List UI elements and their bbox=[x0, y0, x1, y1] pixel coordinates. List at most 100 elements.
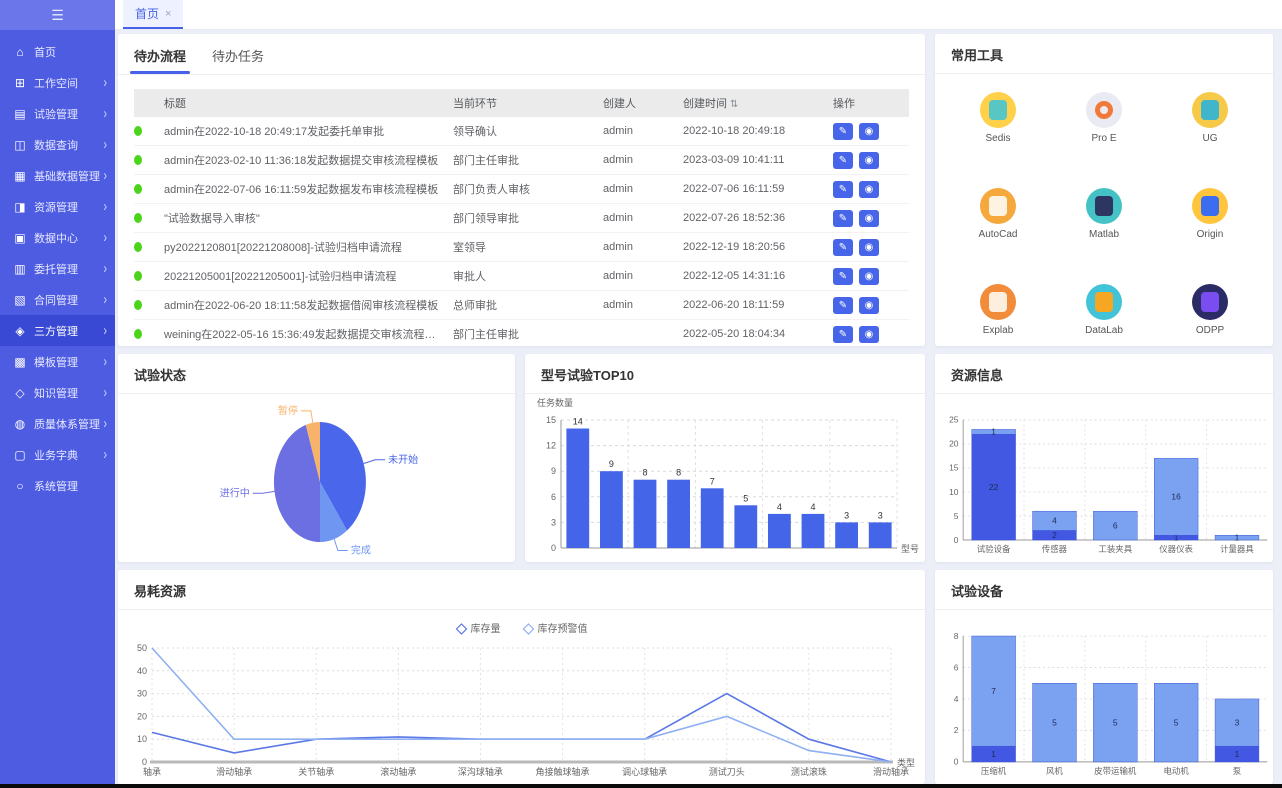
tool-ug[interactable]: UG bbox=[1157, 92, 1263, 144]
sidebar-item-data-center[interactable]: ▣数据中心› bbox=[0, 222, 115, 253]
sidebar-item-resource-management[interactable]: ◨资源管理› bbox=[0, 191, 115, 222]
edit-button[interactable]: ✎ bbox=[833, 326, 853, 343]
model-top10-bar-chart: 任务数量0369121514988754433型号 bbox=[525, 394, 925, 562]
status-dot-icon bbox=[134, 213, 142, 223]
top10-bar[interactable] bbox=[600, 471, 623, 548]
equipment-panel: 试验设备 0246817压缩机5风机5皮带运输机5电动机13泵 bbox=[935, 570, 1273, 784]
status-dot-icon bbox=[134, 329, 142, 339]
top10-bar[interactable] bbox=[734, 505, 757, 548]
legend-item[interactable]: 库存量 bbox=[457, 622, 501, 635]
status-cell bbox=[134, 184, 164, 194]
data-query-icon: ◫ bbox=[12, 138, 28, 152]
stamp-button[interactable]: ◉ bbox=[859, 152, 879, 169]
sidebar-item-contract[interactable]: ▧合同管理› bbox=[0, 284, 115, 315]
model-top10-panel: 型号试验TOP10 任务数量0369121514988754433型号 bbox=[525, 354, 925, 562]
cell-stage: 室领导 bbox=[453, 239, 603, 255]
sidebar-item-commission[interactable]: ▥委托管理› bbox=[0, 253, 115, 284]
status-cell bbox=[134, 155, 164, 165]
cell-title: "试验数据导入审核" bbox=[164, 210, 453, 226]
tool-sedis[interactable]: Sedis bbox=[945, 92, 1051, 144]
sidebar-item-template[interactable]: ▩模板管理› bbox=[0, 346, 115, 377]
edit-button[interactable]: ✎ bbox=[833, 297, 853, 314]
tab-home[interactable]: 首页 × bbox=[123, 0, 183, 29]
sidebar-collapse-button[interactable]: ☰ bbox=[0, 0, 115, 30]
stamp-button[interactable]: ◉ bbox=[859, 268, 879, 285]
x-category-label: 角接触球轴承 bbox=[536, 766, 590, 777]
sort-icon[interactable]: ⇅ bbox=[730, 99, 738, 110]
top10-bar[interactable] bbox=[701, 488, 724, 548]
x-category-label: 风机 bbox=[1046, 766, 1063, 776]
sidebar-item-home[interactable]: ⌂首页 bbox=[0, 36, 115, 67]
sidebar-item-label: 工作空间 bbox=[34, 75, 103, 91]
legend-label: 库存预警值 bbox=[538, 622, 588, 635]
todo-tabs: 待办流程待办任务 bbox=[118, 34, 925, 75]
third-party-icon: ◈ bbox=[12, 324, 28, 338]
sidebar-item-test-management[interactable]: ▤试验管理› bbox=[0, 98, 115, 129]
tool-explab[interactable]: Explab bbox=[945, 284, 1051, 336]
top10-bar[interactable] bbox=[802, 514, 825, 548]
sidebar-item-quality-system[interactable]: ◍质量体系管理› bbox=[0, 408, 115, 439]
top10-bar[interactable] bbox=[566, 429, 589, 549]
equipment-chart-svg: 0246817压缩机5风机5皮带运输机5电动机13泵 bbox=[935, 610, 1273, 784]
edit-button[interactable]: ✎ bbox=[833, 152, 853, 169]
status-dot-icon bbox=[134, 126, 142, 136]
tool-name-label: Sedis bbox=[985, 133, 1010, 144]
y-tick-label: 15 bbox=[546, 415, 556, 425]
stamp-button[interactable]: ◉ bbox=[859, 239, 879, 256]
sidebar-item-dictionary[interactable]: ▢业务字典› bbox=[0, 439, 115, 470]
legend-label: 库存量 bbox=[471, 622, 501, 635]
tool-datalab[interactable]: DataLab bbox=[1051, 284, 1157, 336]
y-tick-label: 40 bbox=[137, 666, 147, 676]
tool-proe[interactable]: Pro E bbox=[1051, 92, 1157, 144]
equipment-bar-chart: 0246817压缩机5风机5皮带运输机5电动机13泵 bbox=[935, 610, 1273, 784]
edit-button[interactable]: ✎ bbox=[833, 181, 853, 198]
top10-bar[interactable] bbox=[835, 522, 858, 548]
stamp-button[interactable]: ◉ bbox=[859, 123, 879, 140]
bar-value-label: 3 bbox=[844, 510, 849, 520]
table-row: admin在2023-02-10 11:36:18发起数据提交审核流程模板部门主… bbox=[134, 146, 909, 175]
origin-app-icon bbox=[1192, 188, 1228, 224]
tool-origin[interactable]: Origin bbox=[1157, 188, 1263, 240]
x-category-label: 电动机 bbox=[1163, 766, 1189, 776]
sidebar-item-third-party[interactable]: ◈三方管理› bbox=[0, 315, 115, 346]
top10-bar[interactable] bbox=[667, 480, 690, 548]
tool-autocad[interactable]: AutoCad bbox=[945, 188, 1051, 240]
stamp-button[interactable]: ◉ bbox=[859, 297, 879, 314]
edit-button[interactable]: ✎ bbox=[833, 268, 853, 285]
x-category-label: 仪器仪表 bbox=[1159, 544, 1193, 554]
stamp-button[interactable]: ◉ bbox=[859, 181, 879, 198]
edit-button[interactable]: ✎ bbox=[833, 210, 853, 227]
top10-bar[interactable] bbox=[768, 514, 791, 548]
column-header-time[interactable]: 创建时间⇅ bbox=[683, 95, 833, 111]
tool-odpp[interactable]: ODPP bbox=[1157, 284, 1263, 336]
explab-app-icon bbox=[980, 284, 1016, 320]
todo-tab-0[interactable]: 待办流程 bbox=[134, 46, 186, 74]
line-series-库存量[interactable] bbox=[152, 694, 891, 762]
cell-ops: ✎◉ bbox=[833, 181, 909, 198]
segment-value-label: 1 bbox=[1235, 749, 1240, 759]
sidebar-item-data-query[interactable]: ◫数据查询› bbox=[0, 129, 115, 160]
top10-bar[interactable] bbox=[869, 522, 892, 548]
edit-button[interactable]: ✎ bbox=[833, 123, 853, 140]
sidebar-item-knowledge[interactable]: ◇知识管理› bbox=[0, 377, 115, 408]
top10-svg: 任务数量0369121514988754433型号 bbox=[525, 394, 925, 562]
resource-management-icon: ◨ bbox=[12, 200, 28, 214]
column-header-title: 标题 bbox=[164, 95, 453, 111]
table-row: admin在2022-06-20 18:11:58发起数据借阅审核流程模板总师审… bbox=[134, 291, 909, 320]
sidebar-item-workspace[interactable]: ⊞工作空间› bbox=[0, 67, 115, 98]
matlab-app-icon-inner bbox=[1095, 196, 1113, 216]
cell-stage: 领导确认 bbox=[453, 123, 603, 139]
top10-bar[interactable] bbox=[634, 480, 657, 548]
ug-app-icon bbox=[1192, 92, 1228, 128]
stamp-button[interactable]: ◉ bbox=[859, 326, 879, 343]
edit-button[interactable]: ✎ bbox=[833, 239, 853, 256]
legend-item[interactable]: 库存预警值 bbox=[524, 622, 588, 635]
sidebar-item-system-management[interactable]: ○系统管理 bbox=[0, 470, 115, 501]
tab-home-label: 首页 bbox=[135, 5, 159, 22]
tool-matlab[interactable]: Matlab bbox=[1051, 188, 1157, 240]
stamp-button[interactable]: ◉ bbox=[859, 210, 879, 227]
sidebar-item-base-data[interactable]: ▦基础数据管理› bbox=[0, 160, 115, 191]
close-icon[interactable]: × bbox=[165, 8, 171, 20]
todo-tab-1[interactable]: 待办任务 bbox=[212, 46, 264, 74]
line-series-库存预警值[interactable] bbox=[152, 648, 891, 762]
